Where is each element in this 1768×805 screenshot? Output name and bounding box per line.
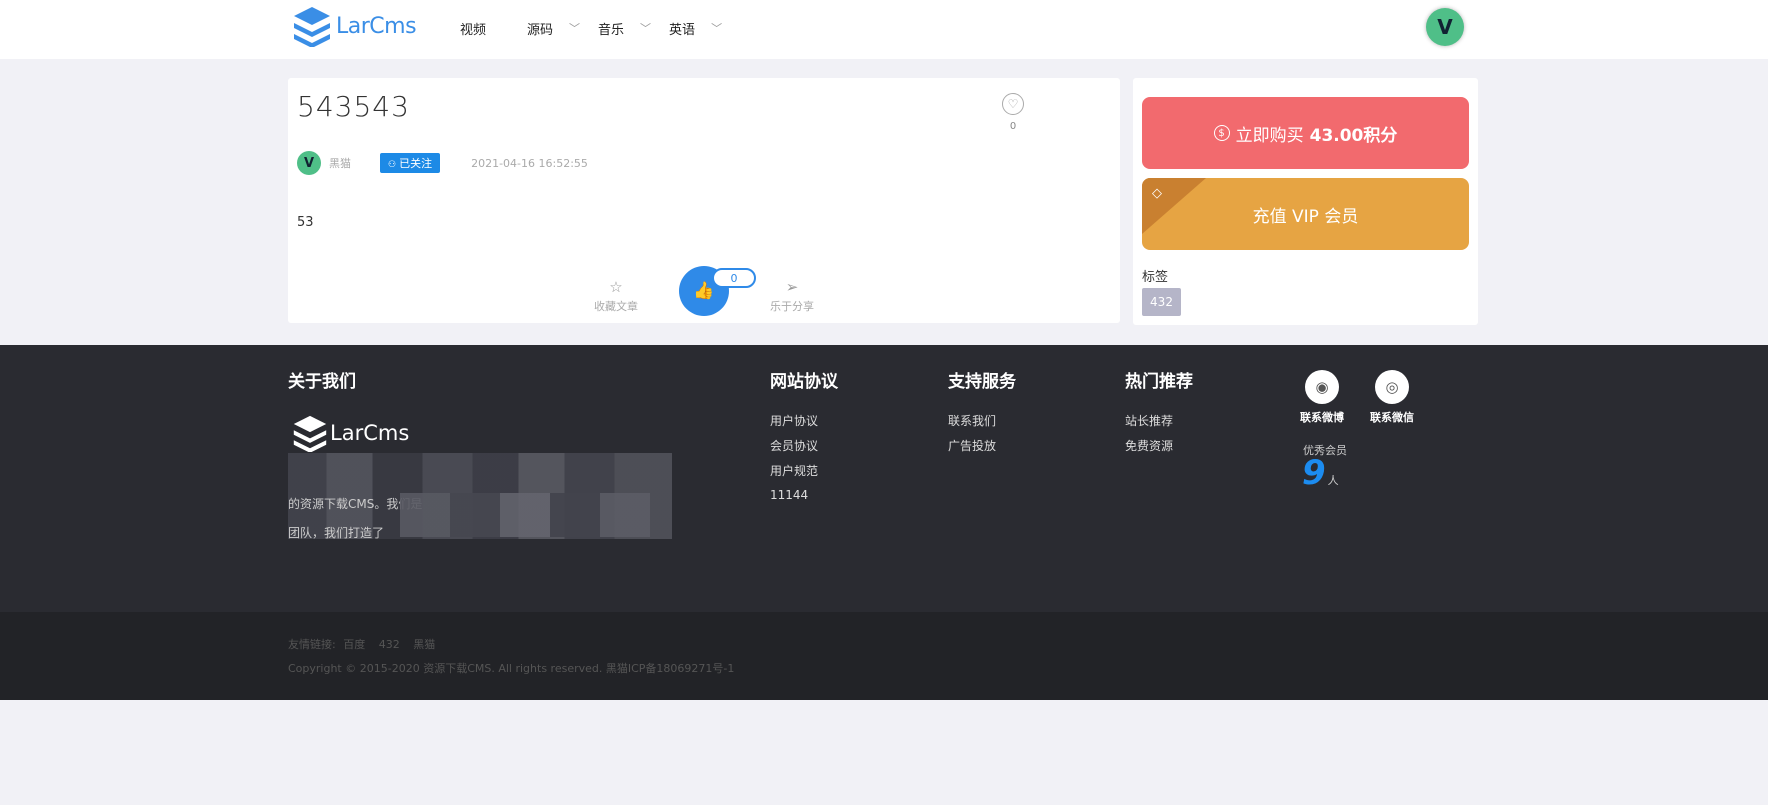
logo-layers-icon: [293, 415, 327, 452]
coin-icon: $: [1213, 125, 1230, 141]
about-title: 关于我们: [288, 372, 356, 392]
tag-chip[interactable]: 432: [1142, 288, 1181, 316]
footer-link[interactable]: 联系我们: [948, 412, 996, 429]
post-title: 543543: [297, 90, 410, 123]
post-body: 53: [297, 215, 314, 230]
favorite-button[interactable]: ♡ 0: [998, 93, 1028, 132]
sidebar-card: $ 立即购买 43.00积分 ◇ 充值 VIP 会员 标签 432: [1133, 78, 1478, 325]
weibo-label: 联系微博: [1300, 411, 1344, 424]
star-icon: ☆: [609, 278, 623, 296]
diamond-icon: ◇: [1152, 186, 1162, 201]
collect-label: 收藏文章: [594, 300, 638, 313]
nav-item-music[interactable]: 音乐 ﹀: [598, 19, 651, 38]
footer-link[interactable]: 会员协议: [770, 437, 818, 454]
author-avatar[interactable]: V: [297, 151, 321, 175]
chevron-down-icon: ﹀: [569, 22, 581, 35]
friend-link[interactable]: 432: [379, 638, 400, 651]
vip-count-unit: 人: [1327, 474, 1339, 487]
pixelated-redaction: [400, 493, 650, 537]
favorite-count: 0: [1009, 121, 1017, 132]
nav-item-label: 音乐: [598, 22, 625, 38]
buy-price: 43.00积分: [1309, 125, 1398, 146]
footer-link[interactable]: 站长推荐: [1125, 412, 1173, 429]
user-icon: ⚇: [388, 160, 397, 170]
friend-link[interactable]: 黑猫: [413, 638, 435, 651]
footer-col-title: 网站协议: [770, 372, 838, 392]
follow-button[interactable]: ⚇ 已关注: [380, 153, 441, 173]
footer-link[interactable]: 11144: [770, 488, 808, 502]
friend-link[interactable]: 百度: [343, 638, 365, 651]
post-card: 543543 ♡ 0 V 黑猫 ⚇ 已关注 2021-04-16 16:52:55…: [288, 78, 1120, 323]
vip-count-number: 9: [1302, 453, 1326, 493]
post-meta: V 黑猫 ⚇ 已关注 2021-04-16 16:52:55: [297, 150, 588, 176]
vip-recharge-button[interactable]: ◇ 充值 VIP 会员: [1142, 178, 1469, 250]
footer-link[interactable]: 用户协议: [770, 412, 818, 429]
buy-button[interactable]: $ 立即购买 43.00积分: [1142, 97, 1469, 169]
site-logo[interactable]: LarCms: [292, 5, 424, 47]
main-nav: 视频 源码 ﹀ 音乐 ﹀ 英语 ﹀: [460, 0, 722, 56]
send-icon: ➢: [785, 278, 799, 296]
copyright-text: Copyright © 2015-2020 资源下载CMS. All right…: [288, 662, 735, 675]
footer-link[interactable]: 用户规范: [770, 462, 818, 479]
vip-label: 充值 VIP 会员: [1252, 206, 1359, 227]
author-name[interactable]: 黑猫: [329, 155, 351, 171]
footer-logo: LarCms: [292, 414, 409, 452]
friend-links: 友情链接: 百度 432 黑猫: [288, 636, 445, 652]
footer-col-title: 热门推荐: [1125, 372, 1193, 392]
heart-icon: ♡: [1002, 93, 1024, 115]
footer-col-title: 支持服务: [948, 372, 1016, 392]
nav-item-english[interactable]: 英语 ﹀: [669, 19, 722, 38]
footer-logo-text: LarCms: [330, 421, 410, 445]
chevron-down-icon: ﹀: [640, 22, 652, 35]
friend-links-label: 友情链接:: [288, 638, 336, 651]
share-button[interactable]: ➢ 乐于分享: [770, 278, 814, 314]
avatar-letter: V: [1437, 15, 1453, 39]
collect-button[interactable]: ☆ 收藏文章: [594, 278, 638, 314]
wechat-contact[interactable]: ◎ 联系微信: [1367, 370, 1417, 425]
vip-members-count: 9 人: [1302, 453, 1339, 493]
thumbs-up-icon: 👍: [693, 281, 715, 301]
follow-label: 已关注: [399, 157, 433, 170]
buy-label: 立即购买: [1235, 125, 1304, 146]
chevron-down-icon: ﹀: [711, 22, 723, 35]
logo-layers-icon: [294, 7, 330, 47]
share-label: 乐于分享: [770, 300, 814, 313]
wechat-icon: ◎: [1375, 370, 1409, 404]
footer-link[interactable]: 广告投放: [948, 437, 996, 454]
site-footer: 关于我们 LarCms 的资源下载CMS。我们是 团队，我们打造了 网站协议 用…: [0, 345, 1768, 613]
wechat-label: 联系微信: [1370, 411, 1414, 424]
weibo-icon: ◉: [1305, 370, 1339, 404]
post-date: 2021-04-16 16:52:55: [471, 156, 588, 170]
logo-text: LarCms: [336, 13, 417, 39]
weibo-contact[interactable]: ◉ 联系微博: [1297, 370, 1347, 425]
tags-title: 标签: [1142, 270, 1169, 285]
nav-item-label: 源码: [527, 22, 554, 38]
nav-item-video[interactable]: 视频: [460, 19, 486, 38]
copyright-bar: 友情链接: 百度 432 黑猫 Copyright © 2015-2020 资源…: [0, 612, 1768, 700]
user-avatar[interactable]: V: [1426, 8, 1464, 46]
nav-item-source[interactable]: 源码 ﹀: [527, 19, 580, 38]
footer-link[interactable]: 免费资源: [1125, 437, 1173, 454]
nav-item-label: 英语: [669, 22, 696, 38]
like-count: 0: [712, 268, 756, 288]
avatar-letter: V: [303, 155, 315, 171]
top-header: LarCms 视频 源码 ﹀ 音乐 ﹀ 英语 ﹀ V: [0, 0, 1768, 59]
nav-item-label: 视频: [460, 22, 487, 38]
